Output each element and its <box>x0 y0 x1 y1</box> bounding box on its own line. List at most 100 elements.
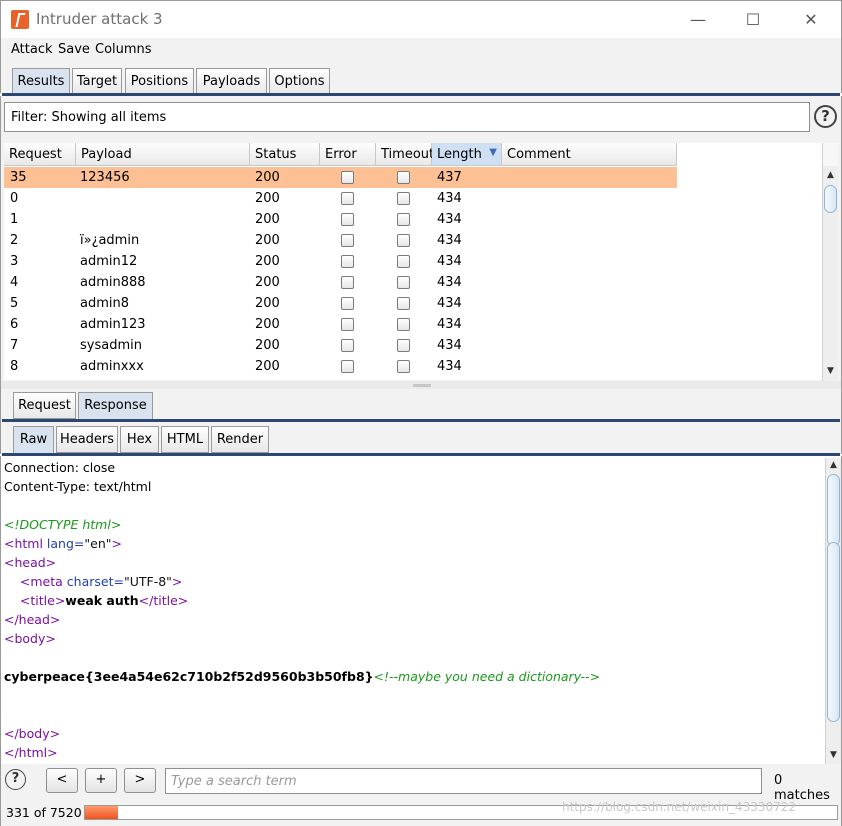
tab-target[interactable]: Target <box>72 68 122 95</box>
table-row[interactable]: 2 ï»¿admin 200 434 <box>4 230 677 251</box>
col-comment[interactable]: Comment <box>502 143 677 166</box>
timeout-checkbox[interactable] <box>397 234 410 247</box>
error-checkbox[interactable] <box>341 255 354 268</box>
scroll-down-icon[interactable]: ▼ <box>826 748 841 763</box>
cell-request: 6 <box>10 317 19 332</box>
code-line: </html> <box>4 743 822 762</box>
lang-attr: lang= <box>42 536 85 551</box>
menu-columns[interactable]: Columns <box>95 42 152 57</box>
timeout-checkbox[interactable] <box>397 276 410 289</box>
cell-status: 200 <box>255 254 280 269</box>
col-error[interactable]: Error <box>320 143 376 166</box>
error-checkbox[interactable] <box>341 171 354 184</box>
table-row[interactable]: 0 200 434 <box>4 188 677 209</box>
timeout-checkbox[interactable] <box>397 339 410 352</box>
error-checkbox[interactable] <box>341 297 354 310</box>
tab-hex[interactable]: Hex <box>120 426 159 453</box>
error-checkbox[interactable] <box>341 339 354 352</box>
response-body[interactable]: Connection: close Content-Type: text/htm… <box>4 458 822 763</box>
error-checkbox[interactable] <box>341 234 354 247</box>
col-request[interactable]: Request <box>4 143 76 166</box>
error-checkbox[interactable] <box>341 192 354 205</box>
error-checkbox[interactable] <box>341 318 354 331</box>
timeout-checkbox[interactable] <box>397 213 410 226</box>
timeout-checkbox[interactable] <box>397 360 410 373</box>
search-help-icon[interactable]: ? <box>5 769 26 790</box>
tab-request[interactable]: Request <box>13 392 76 419</box>
tab-render[interactable]: Render <box>211 426 269 453</box>
tab-payloads[interactable]: Payloads <box>196 68 267 95</box>
table-row[interactable]: 7 sysadmin 200 434 <box>4 335 677 356</box>
table-scrollbar[interactable]: ▲ ▼ <box>822 143 838 381</box>
cell-status: 200 <box>255 170 280 185</box>
table-row[interactable]: 1 200 434 <box>4 209 677 230</box>
sort-desc-icon: ▼ <box>489 147 497 158</box>
scroll-thumb-upper[interactable] <box>827 474 840 546</box>
code-line: </body> <box>4 724 822 743</box>
html-tag-close: </html> <box>4 745 58 760</box>
response-scrollbar[interactable]: ▲ ▼ <box>825 458 841 764</box>
timeout-checkbox[interactable] <box>397 255 410 268</box>
burp-app-icon <box>11 10 29 29</box>
tab-html[interactable]: HTML <box>161 426 209 453</box>
menu-bar: Attack Save Columns <box>0 38 842 63</box>
scroll-thumb[interactable] <box>827 542 840 722</box>
tab-options[interactable]: Options <box>269 68 330 95</box>
meta-tag-end: > <box>171 574 183 589</box>
split-grip-icon[interactable] <box>413 384 431 387</box>
header-connection: Connection: close <box>4 460 116 475</box>
timeout-checkbox[interactable] <box>397 297 410 310</box>
table-row[interactable]: 8 adminxxx 200 434 <box>4 356 677 377</box>
maximize-button[interactable]: ☐ <box>738 8 768 32</box>
close-button[interactable]: ✕ <box>796 8 826 32</box>
window-title: Intruder attack 3 <box>36 10 163 28</box>
cell-status: 200 <box>255 233 280 248</box>
timeout-checkbox[interactable] <box>397 192 410 205</box>
code-line: <title>weak auth</title> <box>4 591 822 610</box>
scroll-down-icon[interactable]: ▼ <box>823 364 838 379</box>
charset-attr: charset= <box>62 574 124 589</box>
code-line: Connection: close <box>4 458 822 477</box>
request-count: 331 of 7520 <box>6 805 82 820</box>
table-row[interactable]: 3 admin12 200 434 <box>4 251 677 272</box>
table-row[interactable]: 5 admin8 200 434 <box>4 293 677 314</box>
tab-positions[interactable]: Positions <box>125 68 194 95</box>
timeout-checkbox[interactable] <box>397 318 410 331</box>
head-tag-close: </head> <box>4 612 61 627</box>
error-checkbox[interactable] <box>341 213 354 226</box>
tab-raw[interactable]: Raw <box>13 426 54 454</box>
scroll-up-icon[interactable]: ▲ <box>823 168 838 183</box>
prev-match-button[interactable]: < <box>46 768 78 793</box>
timeout-checkbox[interactable] <box>397 171 410 184</box>
cell-status: 200 <box>255 212 280 227</box>
scroll-up-icon[interactable]: ▲ <box>826 458 841 473</box>
col-length[interactable]: Length ▼ <box>432 143 502 166</box>
cell-length: 434 <box>437 338 462 353</box>
tab-response[interactable]: Response <box>78 392 153 420</box>
search-input[interactable]: Type a search term <box>165 768 762 794</box>
minimize-button[interactable]: — <box>683 8 713 32</box>
col-timeout[interactable]: Timeout <box>376 143 434 166</box>
add-button[interactable]: + <box>85 768 117 793</box>
cell-request: 7 <box>10 338 19 353</box>
table-row[interactable]: 6 admin123 200 434 <box>4 314 677 335</box>
error-checkbox[interactable] <box>341 360 354 373</box>
next-match-button[interactable]: > <box>124 768 156 793</box>
tab-headers[interactable]: Headers <box>56 426 118 453</box>
scroll-thumb[interactable] <box>824 185 837 213</box>
html-tag-end: > <box>111 536 122 551</box>
col-status[interactable]: Status <box>250 143 320 166</box>
error-checkbox[interactable] <box>341 276 354 289</box>
cell-request: 3 <box>10 254 19 269</box>
table-row[interactable]: 35 123456 200 437 <box>4 167 677 188</box>
body-tag-close: </body> <box>4 726 61 741</box>
split-divider[interactable] <box>0 381 842 389</box>
menu-save[interactable]: Save <box>58 42 90 57</box>
help-icon[interactable]: ? <box>814 105 837 128</box>
col-payload[interactable]: Payload <box>76 143 250 166</box>
filter-bar[interactable]: Filter: Showing all items <box>4 102 810 132</box>
menu-attack[interactable]: Attack <box>11 42 53 57</box>
tab-results[interactable]: Results <box>12 68 70 96</box>
table-row[interactable]: 4 admin888 200 434 <box>4 272 677 293</box>
